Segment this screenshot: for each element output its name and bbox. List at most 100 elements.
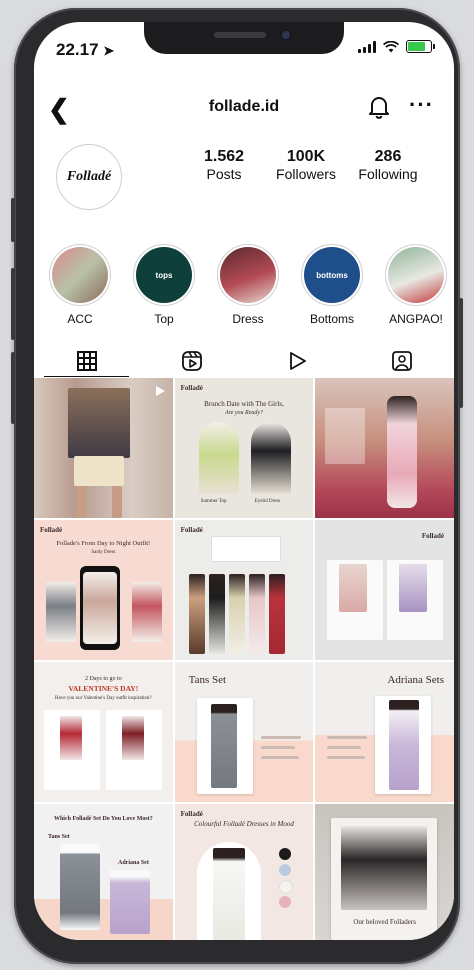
- post-tile[interactable]: Folladé Brunch Date with The Girls, Are …: [174, 378, 314, 518]
- post-image-model: [387, 396, 418, 508]
- post-tile[interactable]: Our beloved Folladers: [315, 804, 454, 940]
- post-text: 2 Days to go to: [84, 676, 122, 682]
- followers-stat[interactable]: 100K Followers: [266, 148, 346, 182]
- color-swatch: [278, 848, 291, 860]
- post-tile[interactable]: [315, 378, 454, 518]
- post-brand: Folladé: [180, 526, 203, 534]
- post-tile[interactable]: Folladé: [174, 520, 314, 660]
- post-tile[interactable]: Folladé Follade's From Day to Night Outf…: [34, 520, 173, 660]
- notification-bell-icon[interactable]: [366, 94, 392, 120]
- post-popup: [210, 536, 281, 562]
- highlight-ring: [49, 244, 111, 306]
- highlight-label: ANGPAO!: [389, 312, 443, 326]
- post-brand: Folladé: [180, 384, 203, 392]
- post-image-model: [60, 844, 100, 930]
- highlight-cover-top: tops: [136, 247, 192, 303]
- speaker: [214, 32, 266, 38]
- highlight-label: Top: [154, 312, 174, 326]
- highlight-top[interactable]: tops Top: [128, 244, 200, 326]
- highlight-dress[interactable]: Dress: [212, 244, 284, 326]
- battery-icon: [406, 40, 435, 53]
- more-options-icon[interactable]: ···: [409, 92, 434, 118]
- post-tile[interactable]: [34, 378, 173, 518]
- profile-avatar[interactable]: Folladé: [56, 144, 122, 210]
- avatar-logo-text: Folladé: [66, 169, 112, 184]
- highlight-ring: tops: [133, 244, 195, 306]
- posts-grid: Folladé Brunch Date with The Girls, Are …: [34, 378, 454, 940]
- post-image-top: [68, 388, 130, 458]
- post-tile[interactable]: 2 Days to go to VALENTINE'S DAY! Have yo…: [34, 662, 173, 802]
- highlight-cover-angpao: [388, 247, 444, 303]
- post-subtitle: Are you Ready?: [224, 410, 264, 416]
- post-tile[interactable]: Tans Set: [174, 662, 314, 802]
- location-arrow-icon: ➤: [103, 43, 115, 58]
- mute-switch: [11, 198, 15, 242]
- post-image-model: [122, 716, 144, 760]
- post-image-model: [132, 582, 162, 642]
- post-image-model: [341, 826, 428, 910]
- post-subtitle: Sanly Dress: [91, 550, 116, 555]
- post-caption: Eyelid Dress: [254, 499, 281, 504]
- volume-up-button: [11, 268, 15, 340]
- power-button: [459, 298, 463, 408]
- post-image-model: [188, 574, 205, 654]
- posts-count: 1.562: [203, 148, 245, 165]
- tab-videos[interactable]: [244, 344, 349, 378]
- post-image-leg: [76, 486, 86, 518]
- highlight-cover-bottoms: bottoms: [304, 247, 360, 303]
- post-title: Brunch Date with The Girls,: [204, 400, 284, 408]
- post-image-model: [228, 574, 245, 654]
- post-tile[interactable]: Folladé: [315, 520, 454, 660]
- highlight-ring: [385, 244, 447, 306]
- grid-icon: [76, 351, 97, 371]
- post-text-line: [327, 736, 368, 739]
- post-brand: Folladé: [421, 532, 444, 540]
- tagged-icon: [391, 351, 412, 371]
- post-tile[interactable]: Folladé Colourful Folladé Dresses in Moo…: [174, 804, 314, 940]
- posts-stat[interactable]: 1.562 Posts: [184, 148, 264, 182]
- post-tile[interactable]: Adriana Sets: [315, 662, 454, 802]
- post-title: Tans Set: [188, 674, 227, 686]
- highlight-bottoms[interactable]: bottoms Bottoms: [296, 244, 368, 326]
- color-swatch: [278, 880, 293, 894]
- post-title: Adriana Sets: [387, 674, 444, 686]
- highlight-label: Dress: [232, 312, 264, 326]
- post-caption: Summer Top: [200, 499, 227, 504]
- tab-grid[interactable]: [34, 344, 139, 378]
- highlight-cover-acc: [52, 247, 108, 303]
- post-image-model: [389, 700, 420, 790]
- post-image-shorts: [74, 456, 124, 486]
- status-time-text: 22.17: [56, 40, 99, 59]
- story-highlights: ACC tops Top Dress bottoms Bottoms ANGPA…: [34, 244, 454, 334]
- highlight-angpao[interactable]: ANGPAO!: [380, 244, 452, 326]
- play-icon: [289, 352, 306, 370]
- highlight-acc[interactable]: ACC: [44, 244, 116, 326]
- highlight-cover-text: bottoms: [316, 270, 348, 280]
- post-text-line: [327, 746, 362, 749]
- following-stat[interactable]: 286 Following: [348, 148, 428, 182]
- post-image-outfit: [198, 422, 239, 494]
- post-image-display: [325, 408, 366, 464]
- status-icons: [358, 40, 435, 53]
- post-tile[interactable]: Which Folladé Set Do You Love Most? Tans…: [34, 804, 173, 940]
- followers-count: 100K: [286, 148, 326, 165]
- post-text-line: [260, 746, 295, 749]
- wifi-icon: [383, 40, 399, 52]
- post-image-model: [248, 574, 265, 654]
- post-text-line: [260, 756, 299, 759]
- post-title: VALENTINE'S DAY!: [68, 684, 139, 693]
- highlight-ring: bottoms: [301, 244, 363, 306]
- post-image-model: [46, 582, 76, 642]
- profile-tabs: [34, 344, 454, 378]
- reels-icon: [181, 351, 202, 371]
- post-image-model: [210, 704, 237, 788]
- highlight-label: ACC: [67, 312, 93, 326]
- post-label: Tans Set: [48, 834, 70, 840]
- post-image-model: [110, 870, 150, 934]
- profile-header: ❮ follade.id ···: [34, 90, 454, 130]
- post-image-outfit: [250, 422, 291, 494]
- tab-reels[interactable]: [139, 344, 244, 378]
- tab-tagged[interactable]: [349, 344, 454, 378]
- post-text-line: [327, 756, 366, 759]
- post-title: Colourful Folladé Dresses in Mood: [194, 820, 294, 828]
